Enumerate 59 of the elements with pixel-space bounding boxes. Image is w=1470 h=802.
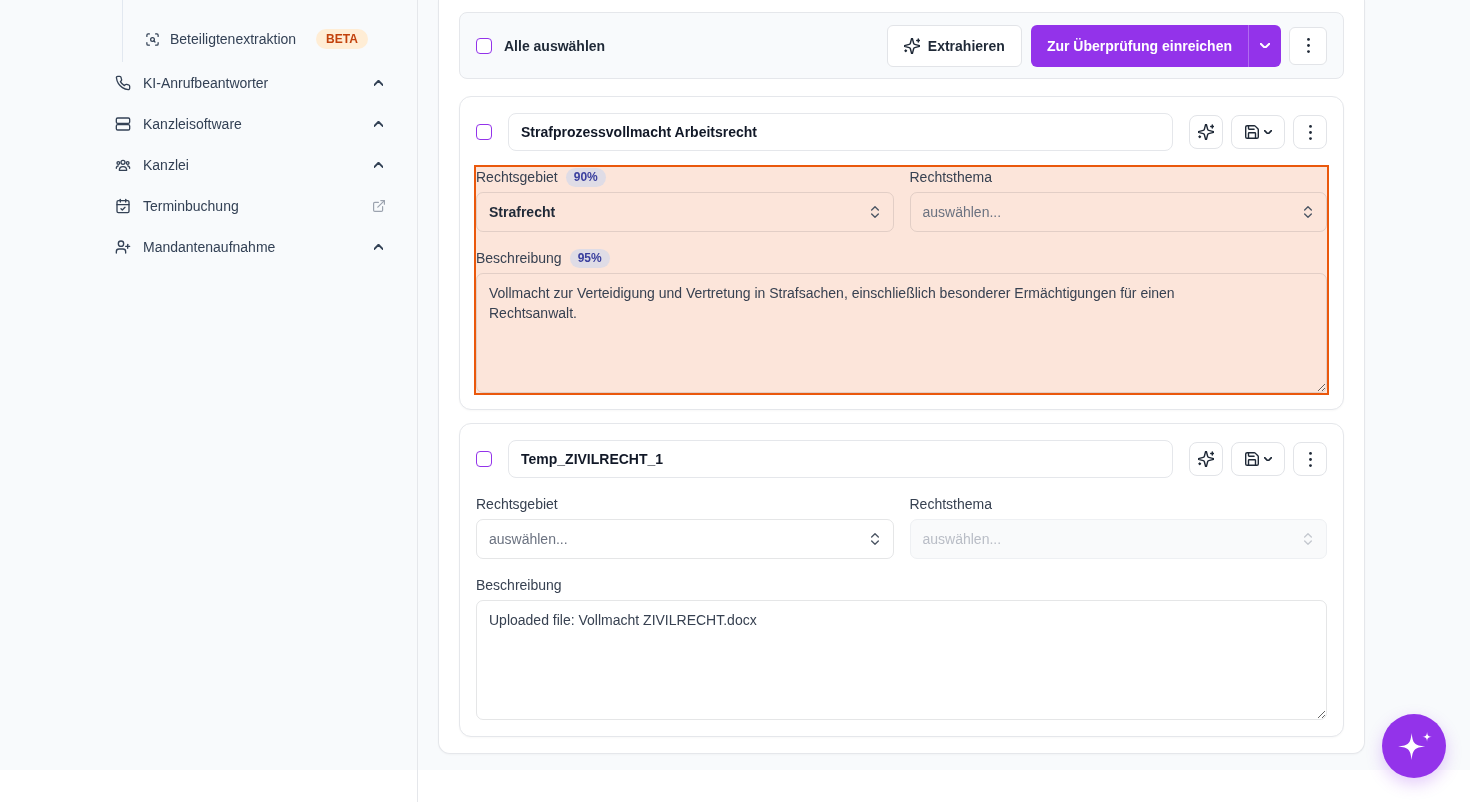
field-label: Rechtsgebiet xyxy=(476,169,558,185)
save-menu-button[interactable] xyxy=(1231,115,1285,149)
sparkle-icon xyxy=(1398,732,1432,760)
sparkles-icon xyxy=(1198,124,1214,140)
external-link-icon xyxy=(373,200,385,212)
submit-button[interactable]: Zur Überprüfung einreichen xyxy=(1030,24,1248,67)
extract-button[interactable] xyxy=(1189,442,1223,476)
sidebar-item[interactable]: Kanzlei xyxy=(107,144,394,186)
title-input[interactable]: Strafprozessvollmacht Arbeitsrecht xyxy=(508,113,1173,151)
field-label: Rechtsgebiet xyxy=(476,496,558,512)
save-menu-button[interactable] xyxy=(1231,442,1285,476)
chevron-up-icon xyxy=(374,244,383,250)
select-field[interactable]: Strafrecht xyxy=(476,192,894,232)
chevron-up-icon xyxy=(374,80,383,86)
extract-button[interactable] xyxy=(1189,115,1223,149)
chevron-down-icon xyxy=(1260,43,1270,48)
scan-search-icon xyxy=(145,31,160,47)
field-label: Rechtsthema xyxy=(909,496,992,512)
select-field[interactable]: auswählen... xyxy=(909,192,1327,232)
sidebar-subitem[interactable]: Beteiligtenextraktion BETA xyxy=(137,18,376,60)
select-field[interactable]: auswählen... xyxy=(476,519,894,559)
field-label: Beschreibung xyxy=(476,577,562,593)
user-plus-icon xyxy=(115,239,131,255)
confidence-badge: 95% xyxy=(569,248,610,268)
chevron-up-icon xyxy=(374,162,383,168)
checkbox[interactable] xyxy=(476,124,492,140)
title-input[interactable]: Temp_ZIVILRECHT_1 xyxy=(508,440,1173,478)
chevrons-up-down-icon xyxy=(870,206,879,218)
phone-icon xyxy=(115,75,131,91)
select-all-label[interactable]: Alle auswählen xyxy=(504,37,606,54)
chevrons-up-down-icon xyxy=(1304,533,1312,545)
checkbox[interactable] xyxy=(476,451,492,467)
more-vertical-icon xyxy=(1306,38,1310,53)
extract-button[interactable]: Extrahieren xyxy=(886,24,1022,67)
save-icon xyxy=(1244,125,1259,139)
sidebar-item[interactable]: Mandantenaufnahme xyxy=(107,226,394,268)
calendar-check-icon xyxy=(115,198,131,214)
more-vertical-icon xyxy=(1308,124,1312,140)
checkbox[interactable] xyxy=(476,37,492,54)
sparkles-icon xyxy=(1198,451,1214,467)
chevrons-up-down-icon xyxy=(1304,206,1312,218)
sidebar-item[interactable]: KI-Anrufbeantworter xyxy=(107,62,394,104)
chevron-up-icon xyxy=(374,121,383,127)
more-vertical-icon xyxy=(1308,451,1312,467)
field-label: Beschreibung xyxy=(476,250,562,266)
submit-menu-button[interactable] xyxy=(1248,24,1281,67)
users-icon xyxy=(115,157,131,173)
caret-icon xyxy=(1263,457,1272,461)
chevrons-up-down-icon xyxy=(870,533,879,545)
sidebar-item[interactable]: Terminbuchung xyxy=(107,185,394,227)
caret-icon xyxy=(1263,130,1272,134)
field-label: Rechtsthema xyxy=(909,169,992,185)
sparkles-icon xyxy=(903,37,920,54)
beta-badge: BETA xyxy=(316,29,368,49)
save-icon xyxy=(1244,452,1259,466)
confidence-badge: 90% xyxy=(565,167,606,187)
server-icon xyxy=(115,116,131,132)
assistant-button[interactable] xyxy=(1382,714,1446,778)
sidebar-item[interactable]: Kanzleisoftware xyxy=(107,103,394,145)
